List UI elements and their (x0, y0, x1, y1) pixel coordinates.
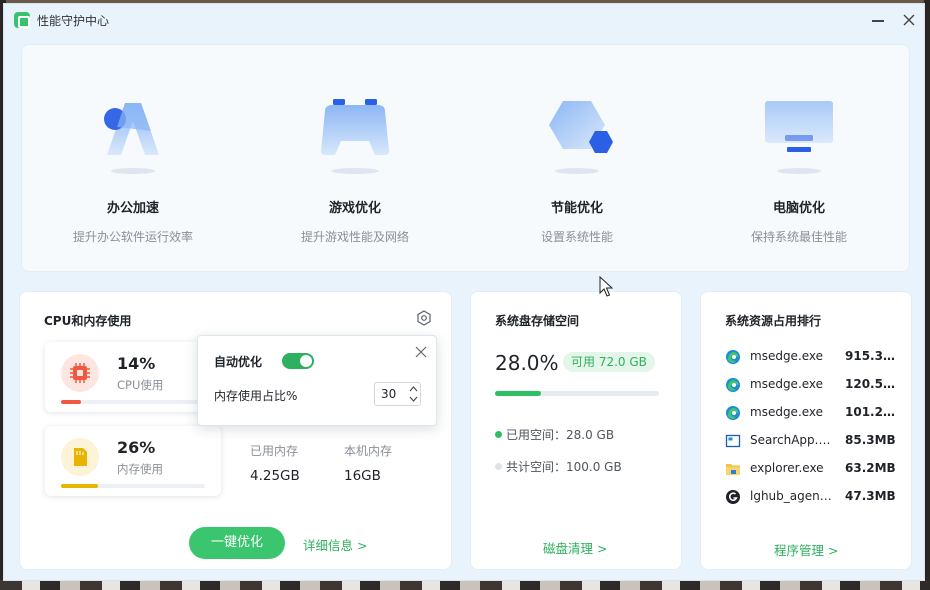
total-memory-value: 16GB (344, 468, 381, 484)
used-dot-icon (495, 431, 502, 438)
process-name: msedge.exe (750, 405, 824, 419)
memory-usage-tile[interactable]: 26% 内存使用 (45, 426, 221, 496)
process-memory: 63.2MB (845, 461, 896, 475)
memory-label: 内存使用 (117, 462, 163, 476)
chevron-up-icon[interactable] (408, 384, 419, 394)
close-icon (903, 14, 915, 26)
card-title: 系统资源占用排行 (725, 314, 822, 328)
auto-optimize-toggle[interactable] (282, 353, 314, 369)
memory-percent: 26% (117, 438, 156, 457)
disk-available-badge: 可用 72.0 GB (563, 352, 655, 372)
settings-hex-icon[interactable] (416, 310, 432, 326)
one-click-optimize-button[interactable]: 一键优化 (189, 527, 285, 559)
memory-ratio-label: 内存使用占比% (214, 389, 298, 403)
monitor-icon (765, 101, 833, 174)
disk-total-legend: 共计空间：100.0 GB (495, 458, 622, 475)
used-memory: 已用内存 4.25GB (250, 442, 300, 484)
auto-optimize-title: 自动优化 (214, 355, 263, 369)
app-window: 性能守护中心 办公加速 提升办公软件运行效率 游戏优化 提升游戏性能及网络 节能… (3, 3, 925, 581)
total-memory: 本机内存 16GB (344, 442, 392, 484)
program-manager-link[interactable]: 程序管理 > (774, 540, 838, 559)
process-memory: 915.3… (845, 349, 895, 363)
ranking-row[interactable]: explorer.exe 63.2MB (725, 460, 896, 478)
feature-energy-saving[interactable]: 节能优化 设置系统性能 (466, 45, 688, 273)
ranking-row[interactable]: msedge.exe 120.5… (725, 376, 895, 394)
process-memory: 85.3MB (845, 433, 896, 447)
lghub-icon (726, 490, 740, 504)
memory-ratio-value: 30 (381, 387, 397, 401)
memory-progress-track (61, 484, 205, 488)
used-memory-value: 4.25GB (250, 468, 300, 484)
feature-office-speedup[interactable]: 办公加速 提升办公软件运行效率 (22, 45, 244, 273)
cpu-memory-card: CPU和内存使用 14% CPU使用 26% 内存使用 已用内存 4.25GB … (19, 291, 452, 570)
disk-used-legend: 已用空间：28.0 GB (495, 426, 614, 443)
card-title: CPU和内存使用 (44, 314, 132, 328)
feature-desc: 提升办公软件运行效率 (72, 230, 193, 244)
feature-name: 电脑优化 (772, 201, 825, 216)
cpu-label: CPU使用 (117, 378, 164, 392)
cpu-usage-tile[interactable]: 14% CPU使用 (45, 342, 221, 412)
ranking-row[interactable]: msedge.exe 915.3… (725, 348, 895, 366)
edge-icon (726, 378, 740, 392)
cpu-percent: 14% (117, 354, 156, 373)
ranking-row[interactable]: lghub_agent… 47.3MB (725, 488, 896, 506)
ranking-row[interactable]: SearchApp.e… 85.3MB (725, 432, 896, 450)
feature-game-optimize[interactable]: 游戏优化 提升游戏性能及网络 (244, 45, 466, 273)
disk-progress-fill (495, 391, 541, 396)
app-logo-icon (14, 12, 30, 28)
process-memory: 101.2… (845, 405, 895, 419)
memory-card-icon (61, 438, 99, 476)
memory-progress-fill (61, 484, 99, 488)
minimize-button[interactable] (866, 8, 890, 32)
card-title: 系统盘存储空间 (495, 314, 580, 328)
feature-desc: 设置系统性能 (540, 230, 613, 244)
close-button[interactable] (897, 8, 921, 32)
desktop-edge-bottom (0, 580, 930, 590)
process-memory: 120.5… (845, 377, 895, 391)
memory-ratio-stepper[interactable]: 30 (374, 382, 421, 406)
app-title: 性能守护中心 (37, 14, 110, 28)
cpu-progress-track (61, 400, 205, 404)
game-controller-icon (321, 99, 389, 174)
feature-name: 节能优化 (550, 201, 603, 216)
disk-progress-track (495, 391, 659, 396)
feature-desc: 保持系统最佳性能 (750, 230, 847, 244)
feature-name: 游戏优化 (328, 201, 381, 216)
process-name: explorer.exe (750, 461, 824, 475)
process-memory: 47.3MB (845, 489, 896, 503)
used-memory-label: 已用内存 (250, 444, 299, 458)
auto-optimize-popover: 自动优化 内存使用占比% 30 (197, 335, 437, 426)
details-link[interactable]: 详细信息 > (303, 535, 367, 554)
system-disk-card: 系统盘存储空间 28.0% 可用 72.0 GB 已用空间：28.0 GB 共计… (470, 291, 682, 570)
chevron-down-icon[interactable] (408, 394, 419, 404)
total-memory-label: 本机内存 (344, 444, 393, 458)
close-icon[interactable] (413, 344, 429, 360)
process-name: SearchApp.e… (750, 433, 836, 447)
searchapp-icon (725, 434, 741, 448)
edge-icon (726, 350, 740, 364)
title-bar: 性能守护中心 (4, 4, 924, 36)
process-name: lghub_agent… (750, 489, 836, 503)
feature-pc-optimize[interactable]: 电脑优化 保持系统最佳性能 (688, 45, 910, 273)
ranking-row[interactable]: msedge.exe 101.2… (725, 404, 895, 422)
resource-ranking-card: 系统资源占用排行 msedge.exe 915.3… msedge.exe 12… (700, 291, 912, 570)
process-name: msedge.exe (750, 377, 824, 391)
feature-panel: 办公加速 提升办公软件运行效率 游戏优化 提升游戏性能及网络 节能优化 设置系统… (21, 44, 910, 272)
disk-cleanup-link[interactable]: 磁盘清理 > (543, 538, 607, 557)
folder-icon (726, 464, 740, 475)
office-speedup-icon (104, 103, 159, 174)
disk-used-percent: 28.0% (495, 351, 559, 375)
disk-total-text: 共计空间：100.0 GB (506, 460, 622, 474)
cpu-progress-fill (61, 400, 82, 404)
edge-icon (726, 406, 740, 420)
mouse-cursor-icon (599, 276, 613, 297)
process-name: msedge.exe (750, 349, 824, 363)
feature-name: 办公加速 (106, 201, 159, 216)
cpu-chip-icon (61, 354, 99, 392)
total-dot-icon (495, 463, 502, 470)
energy-hexagon-icon (549, 101, 613, 174)
feature-desc: 提升游戏性能及网络 (300, 230, 409, 244)
disk-used-text: 已用空间：28.0 GB (506, 428, 615, 442)
